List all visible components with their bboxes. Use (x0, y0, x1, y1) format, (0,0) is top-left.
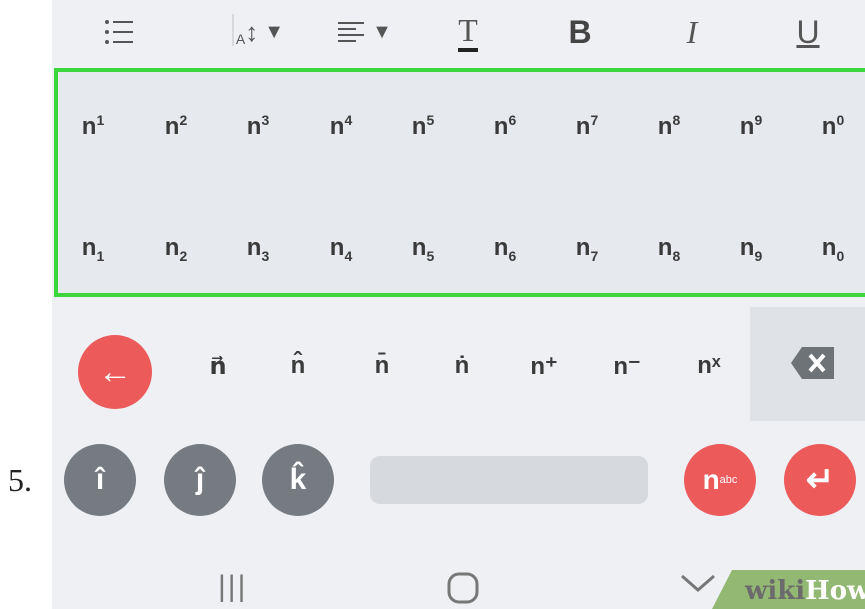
j-hat-key[interactable]: ĵ (164, 444, 236, 516)
superscript-key[interactable]: n0 (803, 112, 863, 141)
align-button[interactable]: ▼ (330, 10, 400, 54)
plus-superscript-key[interactable]: n⁺ (514, 352, 574, 381)
italic-button[interactable]: I (672, 10, 712, 54)
enter-icon: ↵ (805, 461, 835, 499)
superscript-key[interactable]: n4 (311, 112, 371, 141)
nav-back-icon[interactable] (680, 574, 716, 599)
i-hat-key[interactable]: î (64, 444, 136, 516)
backspace-icon[interactable] (790, 345, 836, 381)
underline-glyph: U (796, 13, 820, 50)
underline-button[interactable]: U (788, 10, 828, 54)
text-color-glyph: T (458, 12, 478, 52)
font-size-button[interactable]: A ↕ ▼ (220, 10, 300, 54)
superscript-key[interactable]: n5 (393, 112, 453, 141)
highlighted-key-area: n1 n2 n3 n4 n5 n6 n7 n8 n9 n0 n1 n2 n3 n… (54, 68, 865, 297)
subscript-row: n1 n2 n3 n4 n5 n6 n7 n8 n9 n0 (58, 234, 865, 274)
superscript-key[interactable]: n7 (557, 112, 617, 141)
recent-apps-icon[interactable]: ||| (218, 570, 247, 604)
wikihow-logo-text: wikiHow (745, 576, 865, 606)
subscript-key[interactable]: n6 (475, 234, 535, 264)
dot-accent-key[interactable]: ṅ (432, 352, 492, 380)
superscript-key[interactable]: n8 (639, 112, 699, 141)
subscript-key[interactable]: n0 (803, 234, 863, 264)
vector-accent-key[interactable]: n⃗ (188, 352, 248, 381)
hat-accent-key[interactable]: n̂ (268, 352, 328, 380)
list-icon[interactable] (94, 10, 144, 54)
step-number: 5. (8, 462, 32, 498)
align-icon (338, 22, 365, 42)
subscript-key[interactable]: n7 (557, 234, 617, 264)
subscript-key[interactable]: n3 (228, 234, 288, 264)
superscript-key[interactable]: n6 (475, 112, 535, 141)
chevron-down-icon: ▼ (372, 20, 392, 43)
home-icon[interactable] (447, 572, 479, 609)
back-button[interactable]: ← (78, 335, 152, 409)
formatting-toolbar: A ↕ ▼ ▼ T B I U (52, 0, 865, 66)
font-size-label: A (235, 31, 246, 47)
bold-glyph: B (568, 13, 592, 50)
italic-glyph: I (686, 13, 698, 50)
subscript-key[interactable]: n4 (311, 234, 371, 264)
bold-button[interactable]: B (560, 10, 600, 54)
minus-superscript-key[interactable]: n⁻ (597, 352, 657, 381)
chevron-down-icon: ▼ (264, 20, 285, 43)
superscript-key[interactable]: n1 (63, 112, 123, 141)
arrow-left-icon: ← (98, 352, 132, 391)
font-size-icon: ↕ (245, 16, 259, 47)
subscript-key[interactable]: n8 (639, 234, 699, 264)
enter-button[interactable]: ↵ (784, 444, 856, 516)
superscript-key[interactable]: n2 (146, 112, 206, 141)
text-color-button[interactable]: T (448, 10, 488, 54)
bar-accent-key[interactable]: n̄ (352, 352, 412, 380)
superscript-key[interactable]: n3 (228, 112, 288, 141)
subscript-key[interactable]: n1 (63, 234, 123, 264)
k-hat-key[interactable]: k̂ (262, 444, 334, 516)
subscript-key[interactable]: n5 (393, 234, 453, 264)
x-superscript-key[interactable]: nˣ (679, 352, 739, 380)
subscript-key[interactable]: n2 (146, 234, 206, 264)
space-bar[interactable] (370, 456, 648, 504)
superscript-key[interactable]: n9 (721, 112, 781, 141)
text-format-key[interactable]: n abc (684, 444, 756, 516)
superscript-row: n1 n2 n3 n4 n5 n6 n7 n8 n9 n0 (58, 112, 865, 152)
subscript-key[interactable]: n9 (721, 234, 781, 264)
